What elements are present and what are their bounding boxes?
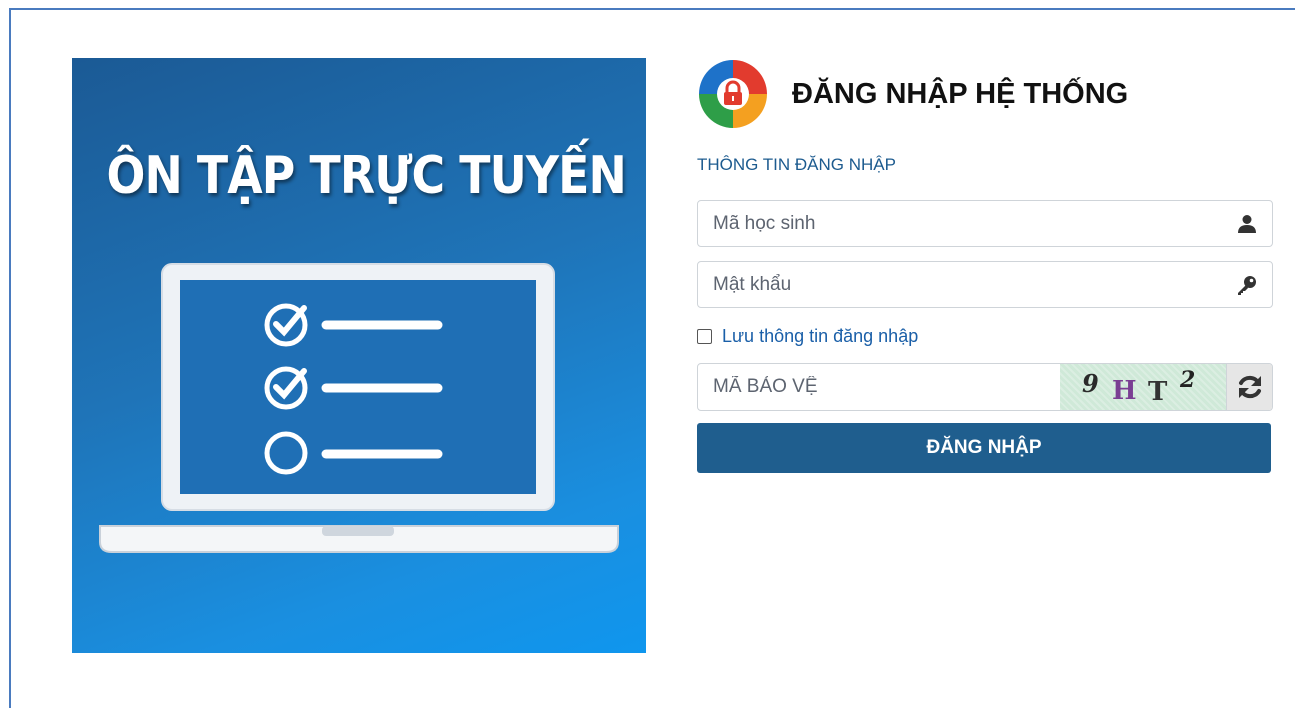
banner-title: ÔN TẬP TRỰC TUYẾN: [106, 146, 626, 206]
login-title: ĐĂNG NHẬP HỆ THỐNG: [792, 78, 1129, 110]
password-field: [697, 261, 1273, 308]
checkbox-box[interactable]: [697, 328, 712, 344]
captcha-image: 9 H T 2: [1060, 364, 1226, 410]
password-input[interactable]: [698, 262, 1272, 307]
captcha-input[interactable]: [698, 364, 1060, 410]
key-icon: [1238, 276, 1256, 295]
refresh-captcha-button[interactable]: [1226, 364, 1272, 410]
refresh-icon: [1239, 375, 1261, 399]
captcha-field: 9 H T 2: [697, 363, 1273, 411]
captcha-char: T: [1148, 377, 1168, 407]
laptop-checklist-icon: [99, 263, 619, 553]
section-label: THÔNG TIN ĐĂNG NHẬP: [697, 155, 896, 174]
captcha-char: 9: [1082, 369, 1099, 398]
remember-login-checkbox[interactable]: Lưu thông tin đăng nhập: [697, 324, 918, 348]
user-icon: [1238, 215, 1256, 233]
student-id-input[interactable]: [698, 201, 1272, 246]
captcha-char: H: [1112, 376, 1137, 406]
lock-shield-logo-icon: [699, 60, 767, 128]
remember-login-label: Lưu thông tin đăng nhập: [722, 325, 919, 346]
student-id-field: [697, 200, 1273, 247]
captcha-char: 2: [1180, 367, 1196, 393]
banner-image: ÔN TẬP TRỰC TUYẾN: [72, 58, 646, 653]
login-button[interactable]: ĐĂNG NHẬP: [697, 423, 1271, 473]
